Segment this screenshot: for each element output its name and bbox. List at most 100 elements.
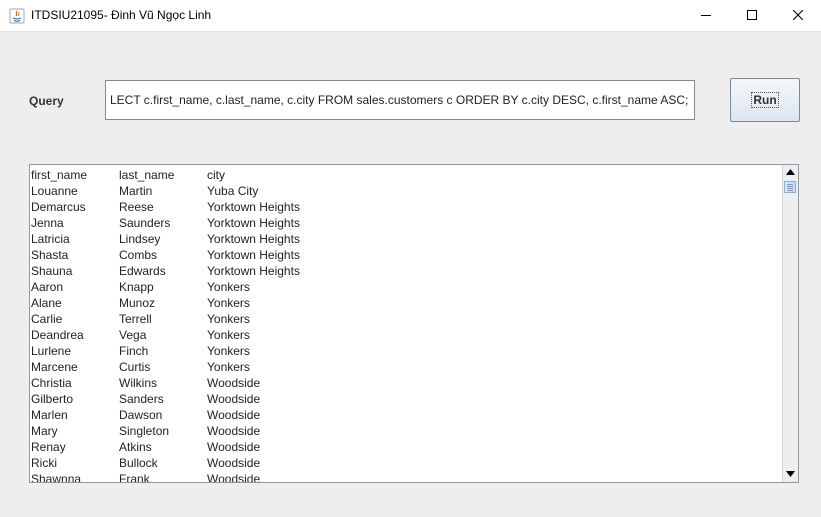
table-cell: Yorktown Heights <box>207 248 300 262</box>
table-cell: Christia <box>31 376 72 390</box>
maximize-icon <box>747 10 757 20</box>
run-button[interactable]: Run <box>730 78 800 122</box>
table-cell: Bullock <box>119 456 158 470</box>
scroll-up-button[interactable] <box>783 165 798 180</box>
close-icon <box>793 10 803 20</box>
table-row: Mary Singleton Woodside <box>31 423 300 439</box>
query-label: Query <box>29 94 64 108</box>
table-cell: Atkins <box>119 440 152 454</box>
scroll-down-button[interactable] <box>783 467 798 482</box>
table-cell: Reese <box>119 200 154 214</box>
table-row: Marcene Curtis Yonkers <box>31 359 300 375</box>
table-cell: Woodside <box>207 424 261 438</box>
minimize-icon <box>701 15 711 16</box>
table-cell: Yonkers <box>207 344 250 358</box>
table-cell: Singleton <box>119 424 170 438</box>
table-cell: Shasta <box>31 248 69 262</box>
table-cell: Yuba City <box>207 184 259 198</box>
table-row: Louanne Martin Yuba City <box>31 183 300 199</box>
table-cell: Shauna <box>31 264 73 278</box>
table-cell: Marlen <box>31 408 68 422</box>
table-cell: Gilberto <box>31 392 74 406</box>
table-row: Demarcus Reese Yorktown Heights <box>31 199 300 215</box>
table-cell: Mary <box>31 424 58 438</box>
close-button[interactable] <box>775 0 821 31</box>
table-cell: Munoz <box>119 296 156 310</box>
results-table: first_name last_name city Louanne Martin Y… <box>31 167 300 483</box>
run-button-label: Run <box>751 92 779 108</box>
java-icon <box>9 8 25 24</box>
results-text-area[interactable]: first_name last_name city Louanne Martin Y… <box>29 164 799 483</box>
table-cell: Ricki <box>31 456 57 470</box>
table-cell: Woodside <box>207 376 261 390</box>
table-cell: Woodside <box>207 472 261 483</box>
table-cell: Alane <box>31 296 62 310</box>
table-row: Shasta Combs Yorktown Heights <box>31 247 300 263</box>
table-cell: Martin <box>119 184 153 198</box>
header-row: first_name last_name city <box>31 167 300 183</box>
table-cell: Jenna <box>31 216 64 230</box>
table-row: Lurlene Finch Yonkers <box>31 343 300 359</box>
table-row: Christia Wilkins Woodside <box>31 375 300 391</box>
table-cell: Shawnna <box>31 472 82 483</box>
table-cell: Woodside <box>207 408 261 422</box>
scroll-thumb[interactable] <box>784 181 796 193</box>
table-cell: Yonkers <box>207 328 250 342</box>
table-cell: Carlie <box>31 312 63 326</box>
table-cell: Sanders <box>119 392 164 406</box>
title-bar[interactable]: ITDSIU21095- Đinh Vũ Ngọc Linh <box>0 0 821 32</box>
table-cell: Yorktown Heights <box>207 200 300 214</box>
table-cell: Yorktown Heights <box>207 232 300 246</box>
table-cell: Edwards <box>119 264 166 278</box>
table-row: Latricia Lindsey Yorktown Heights <box>31 231 300 247</box>
table-cell: Lindsey <box>119 232 161 246</box>
table-cell: Latricia <box>31 232 70 246</box>
table-cell: Lurlene <box>31 344 72 358</box>
minimize-button[interactable] <box>683 0 729 31</box>
header-cell: first_name <box>31 168 88 182</box>
table-cell: Demarcus <box>31 200 86 214</box>
table-cell: Woodside <box>207 456 261 470</box>
header-cell: city <box>207 168 225 182</box>
table-row: Alane Munoz Yonkers <box>31 295 300 311</box>
table-cell: Woodside <box>207 440 261 454</box>
table-cell: Wilkins <box>119 376 157 390</box>
table-cell: Combs <box>119 248 158 262</box>
maximize-button[interactable] <box>729 0 775 31</box>
table-cell: Deandrea <box>31 328 84 342</box>
table-cell: Woodside <box>207 392 261 406</box>
table-row: Carlie Terrell Yonkers <box>31 311 300 327</box>
table-cell: Vega <box>119 328 147 342</box>
query-input[interactable] <box>105 80 695 120</box>
table-row: Marlen Dawson Woodside <box>31 407 300 423</box>
table-cell: Dawson <box>119 408 163 422</box>
table-row: Ricki Bullock Woodside <box>31 455 300 471</box>
table-cell: Aaron <box>31 280 64 294</box>
table-row: Jenna Saunders Yorktown Heights <box>31 215 300 231</box>
table-cell: Terrell <box>119 312 152 326</box>
table-cell: Yonkers <box>207 360 250 374</box>
table-row: Gilberto Sanders Woodside <box>31 391 300 407</box>
table-cell: Finch <box>119 344 149 358</box>
table-row: Renay Atkins Woodside <box>31 439 300 455</box>
table-cell: Yonkers <box>207 312 250 326</box>
table-cell: Frank <box>119 472 150 483</box>
table-cell: Saunders <box>119 216 171 230</box>
header-cell: last_name <box>119 168 175 182</box>
arrow-up-icon <box>786 169 795 175</box>
table-cell: Yonkers <box>207 280 250 294</box>
table-cell: Yorktown Heights <box>207 216 300 230</box>
table-cell: Yonkers <box>207 296 250 310</box>
window-title: ITDSIU21095- Đinh Vũ Ngọc Linh <box>31 8 212 22</box>
table-cell: Marcene <box>31 360 78 374</box>
table-cell: Yorktown Heights <box>207 264 300 278</box>
table-cell: Renay <box>31 440 66 454</box>
table-cell: Curtis <box>119 360 151 374</box>
table-row: Deandrea Vega Yonkers <box>31 327 300 343</box>
table-row: Aaron Knapp Yonkers <box>31 279 300 295</box>
arrow-down-icon <box>786 471 795 477</box>
vertical-scrollbar[interactable] <box>782 165 798 482</box>
table-row: Shawnna Frank Woodside <box>31 471 300 483</box>
table-cell: Louanne <box>31 184 78 198</box>
table-row: Shauna Edwards Yorktown Heights <box>31 263 300 279</box>
